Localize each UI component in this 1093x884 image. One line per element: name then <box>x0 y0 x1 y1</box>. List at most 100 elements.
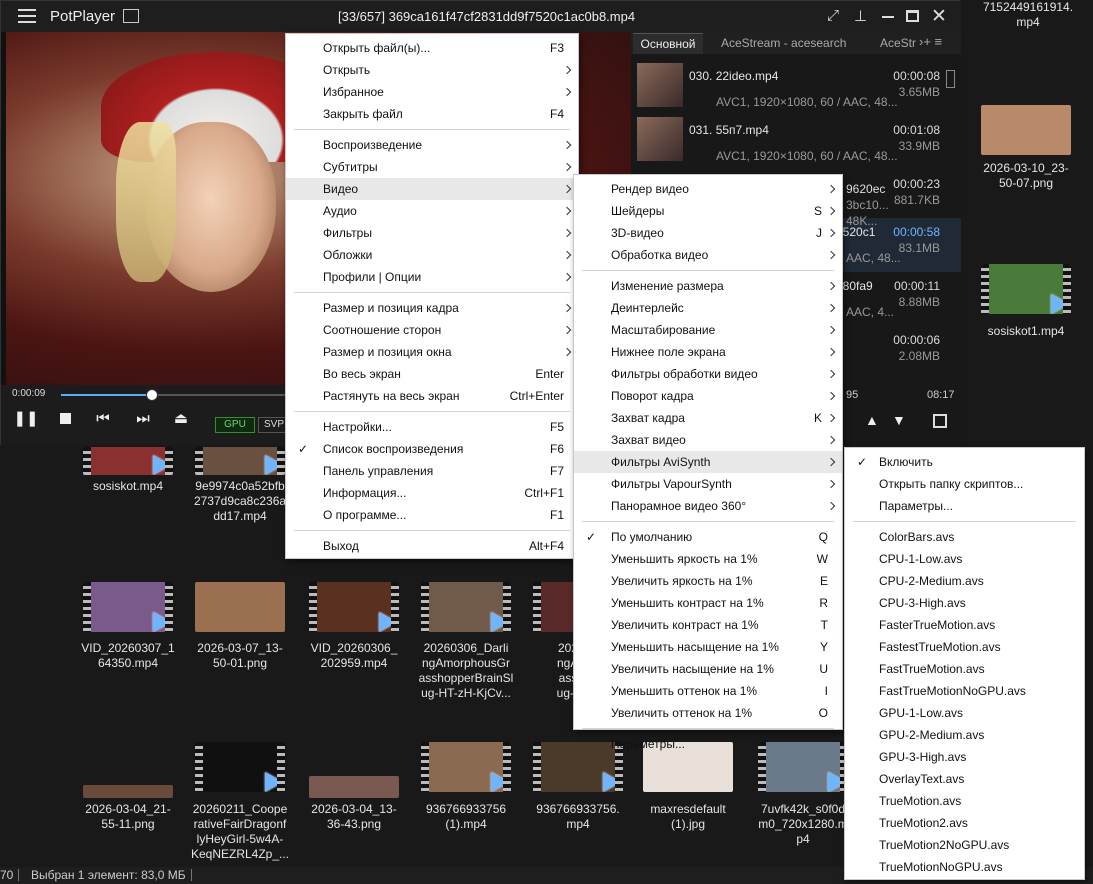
menu-item-уменьшить-яркость-на-1[interactable]: Уменьшить яркость на 1% W <box>574 548 842 570</box>
menu-item-label: Размер и позиция окна <box>323 345 452 359</box>
menu-item-нижнее-поле-экрана[interactable]: Нижнее поле экрана <box>574 341 842 363</box>
menu-item-label: Во весь экран <box>323 367 401 381</box>
playlist-item[interactable]: 030. 22ideo.mp4 00:00:08 AVC1, 1920×1080, … <box>631 62 961 116</box>
playlist-toggle-icon[interactable] <box>123 9 139 23</box>
playlist-item-duration: 00:01:08 <box>893 123 940 137</box>
menu-item-truemotionnogpu-avs[interactable]: TrueMotionNoGPU.avs <box>845 856 1084 878</box>
menu-item-деинтерлейс[interactable]: Деинтерлейс <box>574 297 842 319</box>
menu-item-fasttruemotionnogpu-avs[interactable]: FastTrueMotionNoGPU.avs <box>845 680 1084 702</box>
menu-item-включить[interactable]: Включить ✓ <box>845 451 1084 473</box>
menu-item-размер-и-позиция-окна[interactable]: Размер и позиция окна <box>286 341 578 363</box>
menu-item-cpu-3-high-avs[interactable]: CPU-3-High.avs <box>845 592 1084 614</box>
menu-item-уменьшить-оттенок-на-1[interactable]: Уменьшить оттенок на 1% I <box>574 680 842 702</box>
pause-icon[interactable]: ❚❚ <box>13 406 38 430</box>
playlist-item[interactable]: 031. 55п7.mp4 00:01:08 AVC1, 1920×1080, 60… <box>631 116 961 170</box>
play-overlay-icon <box>491 612 509 632</box>
stop-icon[interactable] <box>53 406 77 430</box>
tab-scroll-icons[interactable]: ›+ ≡ <box>919 34 942 49</box>
menu-item-параметры[interactable]: Параметры... <box>574 733 842 755</box>
fullscreen-icon[interactable]: ⤢ <box>827 7 839 24</box>
menu-item-растянуть-на-весь-экран[interactable]: Растянуть на весь экран Ctrl+Enter <box>286 385 578 407</box>
menu-item-label: Параметры... <box>879 499 953 513</box>
menu-item-по-умолчанию[interactable]: По умолчанию ✓ Q <box>574 526 842 548</box>
next-icon[interactable]: ⏭ <box>131 406 155 430</box>
menu-item-панорамное-видео-360[interactable]: Панорамное видео 360° <box>574 495 842 517</box>
menu-item-панель-управления[interactable]: Панель управления F7 <box>286 460 578 482</box>
menu-item-gpu-3-high-avs[interactable]: GPU-3-High.avs <box>845 746 1084 768</box>
menu-item-фильтры-обработки-видео[interactable]: Фильтры обработки видео <box>574 363 842 385</box>
menu-item-настройки[interactable]: Настройки... F5 <box>286 416 578 438</box>
maximize-icon[interactable] <box>906 10 919 22</box>
menu-item-выход[interactable]: Выход Alt+F4 <box>286 535 578 557</box>
menu-item-аудио[interactable]: Аудио <box>286 200 578 222</box>
menu-item-воспроизведение[interactable]: Воспроизведение <box>286 134 578 156</box>
menu-item-truemotion2-avs[interactable]: TrueMotion2.avs <box>845 812 1084 834</box>
eject-icon[interactable]: ⏏ <box>169 406 193 430</box>
menu-item-размер-и-позиция-кадра[interactable]: Размер и позиция кадра <box>286 297 578 319</box>
title-bar[interactable]: PotPlayer [33/657] 369ca161f47cf2831dd9f… <box>1 1 961 32</box>
menu-item-видео[interactable]: Видео <box>286 178 578 200</box>
menu-item-фильтры[interactable]: Фильтры <box>286 222 578 244</box>
menu-item-truemotion-avs[interactable]: TrueMotion.avs <box>845 790 1084 812</box>
chevron-right-icon <box>826 479 836 489</box>
tab-acestream[interactable]: AceStr <box>880 36 916 50</box>
menu-item-масштабирование[interactable]: Масштабирование <box>574 319 842 341</box>
tab-acestream-acesearch[interactable]: AceStream - acesearch <box>721 36 846 50</box>
menu-item-fastertruemotion-avs[interactable]: FasterTrueMotion.avs <box>845 614 1084 636</box>
menu-item-поворот-кадра[interactable]: Поворот кадра <box>574 385 842 407</box>
menu-item-увеличить-оттенок-на-1[interactable]: Увеличить оттенок на 1% O <box>574 702 842 724</box>
menu-item-профили-опции[interactable]: Профили | Опции <box>286 266 578 288</box>
save-playlist-icon[interactable] <box>933 414 947 428</box>
menu-item-изменение-размера[interactable]: Изменение размера <box>574 275 842 297</box>
menu-item-соотношение-сторон[interactable]: Соотношение сторон <box>286 319 578 341</box>
move-up-icon[interactable]: ▲ <box>865 412 879 428</box>
menu-item-gpu-1-low-avs[interactable]: GPU-1-Low.avs <box>845 702 1084 724</box>
menu-item-fasttruemotion-avs[interactable]: FastTrueMotion.avs <box>845 658 1084 680</box>
playlist-scrollbar[interactable] <box>946 70 955 88</box>
menu-item-фильтры-vapoursynth[interactable]: Фильтры VapourSynth <box>574 473 842 495</box>
tab-main[interactable]: Основной <box>633 33 703 54</box>
menu-item-захват-кадра[interactable]: Захват кадра K <box>574 407 842 429</box>
menu-item-увеличить-яркость-на-1[interactable]: Увеличить яркость на 1% E <box>574 570 842 592</box>
menu-item-фильтры-avisynth[interactable]: Фильтры AviSynth <box>574 451 842 473</box>
menu-item-обработка-видео[interactable]: Обработка видео <box>574 244 842 266</box>
menu-item-уменьшить-насыщение-на-1[interactable]: Уменьшить насыщение на 1% Y <box>574 636 842 658</box>
menu-item-colorbars-avs[interactable]: ColorBars.avs <box>845 526 1084 548</box>
menu-item-fastesttruemotion-avs[interactable]: FastestTrueMotion.avs <box>845 636 1084 658</box>
file-thumbnail <box>421 742 511 792</box>
hamburger-menu-icon[interactable] <box>18 9 36 23</box>
menu-item-открыть-папку-скриптов[interactable]: Открыть папку скриптов... <box>845 473 1084 495</box>
pin-icon[interactable]: ⊥ <box>854 7 867 25</box>
menu-item-уменьшить-контраст-на-1[interactable]: Уменьшить контраст на 1% R <box>574 592 842 614</box>
menu-item-overlaytext-avs[interactable]: OverlayText.avs <box>845 768 1084 790</box>
menu-item-субтитры[interactable]: Субтитры <box>286 156 578 178</box>
menu-item-шейдеры[interactable]: Шейдеры S <box>574 200 842 222</box>
menu-item-избранное[interactable]: Избранное <box>286 81 578 103</box>
menu-item-3d-видео[interactable]: 3D-видео J <box>574 222 842 244</box>
menu-item-информация[interactable]: Информация... Ctrl+F1 <box>286 482 578 504</box>
menu-item-захват-видео[interactable]: Захват видео <box>574 429 842 451</box>
gpu-badge[interactable]: GPU <box>215 417 255 433</box>
menu-item-открыть-файл-ы[interactable]: Открыть файл(ы)... F3 <box>286 37 578 59</box>
file-name: 2026-03-07_13- 50-01.png <box>197 641 283 670</box>
menu-item-во-весь-экран[interactable]: Во весь экран Enter <box>286 363 578 385</box>
move-down-icon[interactable]: ▼ <box>892 412 906 428</box>
menu-item-truemotion2nogpu-avs[interactable]: TrueMotion2NoGPU.avs <box>845 834 1084 856</box>
minimize-icon[interactable] <box>882 16 894 18</box>
playlist-item-duration: 00:00:23 <box>893 177 940 191</box>
menu-item-открыть[interactable]: Открыть <box>286 59 578 81</box>
menu-item-gpu-2-medium-avs[interactable]: GPU-2-Medium.avs <box>845 724 1084 746</box>
menu-item-закрыть-файл[interactable]: Закрыть файл F4 <box>286 103 578 125</box>
close-icon[interactable]: ✕ <box>931 5 947 28</box>
menu-item-cpu-1-low-avs[interactable]: CPU-1-Low.avs <box>845 548 1084 570</box>
menu-item-увеличить-насыщение-на-1[interactable]: Увеличить насыщение на 1% U <box>574 658 842 680</box>
menu-item-обложки[interactable]: Обложки <box>286 244 578 266</box>
menu-item-cpu-2-medium-avs[interactable]: CPU-2-Medium.avs <box>845 570 1084 592</box>
seek-handle[interactable] <box>145 389 158 401</box>
menu-item-о-программе[interactable]: О программе... F1 <box>286 504 578 526</box>
menu-item-рендер-видео[interactable]: Рендер видео <box>574 178 842 200</box>
menu-item-параметры[interactable]: Параметры... <box>845 495 1084 517</box>
menu-item-увеличить-контраст-на-1[interactable]: Увеличить контраст на 1% T <box>574 614 842 636</box>
previous-icon[interactable]: ⏮ <box>91 406 115 430</box>
menu-item-список-воспроизведения[interactable]: Список воспроизведения ✓ F6 <box>286 438 578 460</box>
